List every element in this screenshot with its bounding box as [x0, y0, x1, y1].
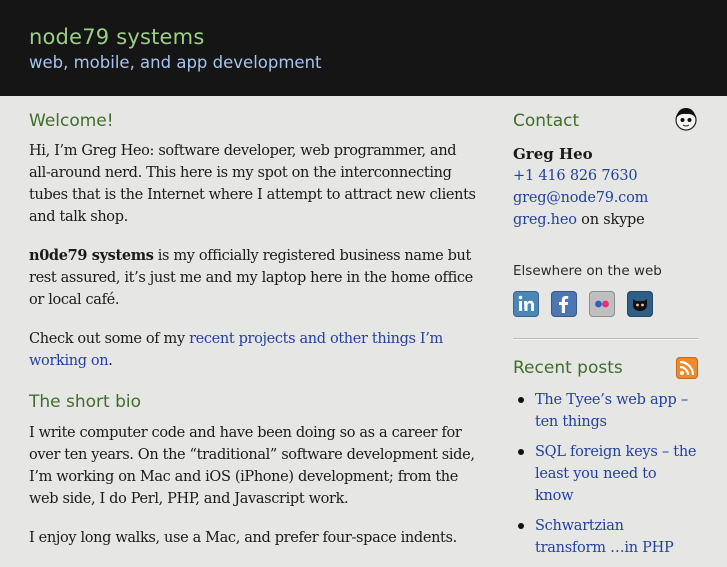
skype-suffix: on skype: [576, 212, 645, 228]
elsewhere-heading: Elsewhere on the web: [513, 263, 662, 279]
social-links: [513, 291, 698, 319]
linkedin-icon[interactable]: [513, 291, 539, 317]
content-area: Welcome! Hi, I’m Greg Heo: software deve…: [0, 96, 727, 556]
welcome-heading: Welcome!: [29, 111, 114, 131]
bullet-icon: [518, 523, 524, 529]
site-header: node79 systems web, mobile, and app deve…: [0, 0, 727, 96]
post-link[interactable]: The Tyee’s web app – ten things: [535, 392, 688, 430]
facebook-icon[interactable]: [551, 291, 578, 317]
rss-icon[interactable]: [676, 357, 698, 379]
recent-posts-list: The Tyee’s web app – ten things SQL fore…: [513, 389, 698, 559]
business-paragraph: n0de79 systems is my officially register…: [29, 245, 481, 311]
recent-posts-header: Recent posts: [513, 355, 698, 381]
bio-heading: The short bio: [29, 392, 142, 412]
contact-heading: Contact: [513, 111, 580, 131]
phone-link[interactable]: +1 416 826 7630: [513, 168, 638, 184]
sidebar-divider: [513, 338, 698, 340]
bullet-icon: [518, 449, 524, 455]
list-item: Schwartzian transform …in PHP: [513, 515, 698, 559]
business-name: n0de79 systems: [29, 247, 154, 264]
sidebar: Contact Greg Heo +1 416 826 7630 greg@no…: [513, 108, 698, 567]
contact-header: Contact: [513, 108, 698, 134]
skype-line: greg.heo on skype: [513, 209, 698, 231]
list-item: The Tyee’s web app – ten things: [513, 389, 698, 433]
bio-paragraph-2: I enjoy long walks, use a Mac, and prefe…: [29, 530, 457, 546]
checkout-suffix: .: [108, 353, 113, 369]
site-title[interactable]: node79 systems: [29, 24, 727, 50]
email-line: greg@node79.com: [513, 187, 698, 209]
phone-line: +1 416 826 7630: [513, 165, 698, 187]
recent-posts-heading: Recent posts: [513, 358, 623, 378]
avatar-icon: [675, 108, 697, 131]
bullet-icon: [518, 397, 524, 403]
list-item: SQL foreign keys – the least you need to…: [513, 441, 698, 507]
intro-paragraph: Hi, I’m Greg Heo: software developer, we…: [29, 143, 476, 225]
post-link[interactable]: SQL foreign keys – the least you need to…: [535, 444, 697, 504]
post-link[interactable]: Schwartzian transform …in PHP: [535, 518, 674, 556]
checkout-paragraph: Check out some of my recent projects and…: [29, 328, 481, 372]
email-link[interactable]: greg@node79.com: [513, 190, 648, 206]
checkout-prefix: Check out some of my: [29, 331, 190, 347]
bio-paragraph: I write computer code and have been doin…: [29, 425, 475, 507]
skype-link[interactable]: greg.heo: [513, 212, 577, 228]
github-icon[interactable]: [627, 291, 654, 317]
main-column: Welcome! Hi, I’m Greg Heo: software deve…: [29, 108, 481, 566]
flickr-icon[interactable]: [589, 291, 616, 317]
contact-name: Greg Heo: [513, 145, 593, 163]
site-tagline: web, mobile, and app development: [29, 53, 322, 72]
